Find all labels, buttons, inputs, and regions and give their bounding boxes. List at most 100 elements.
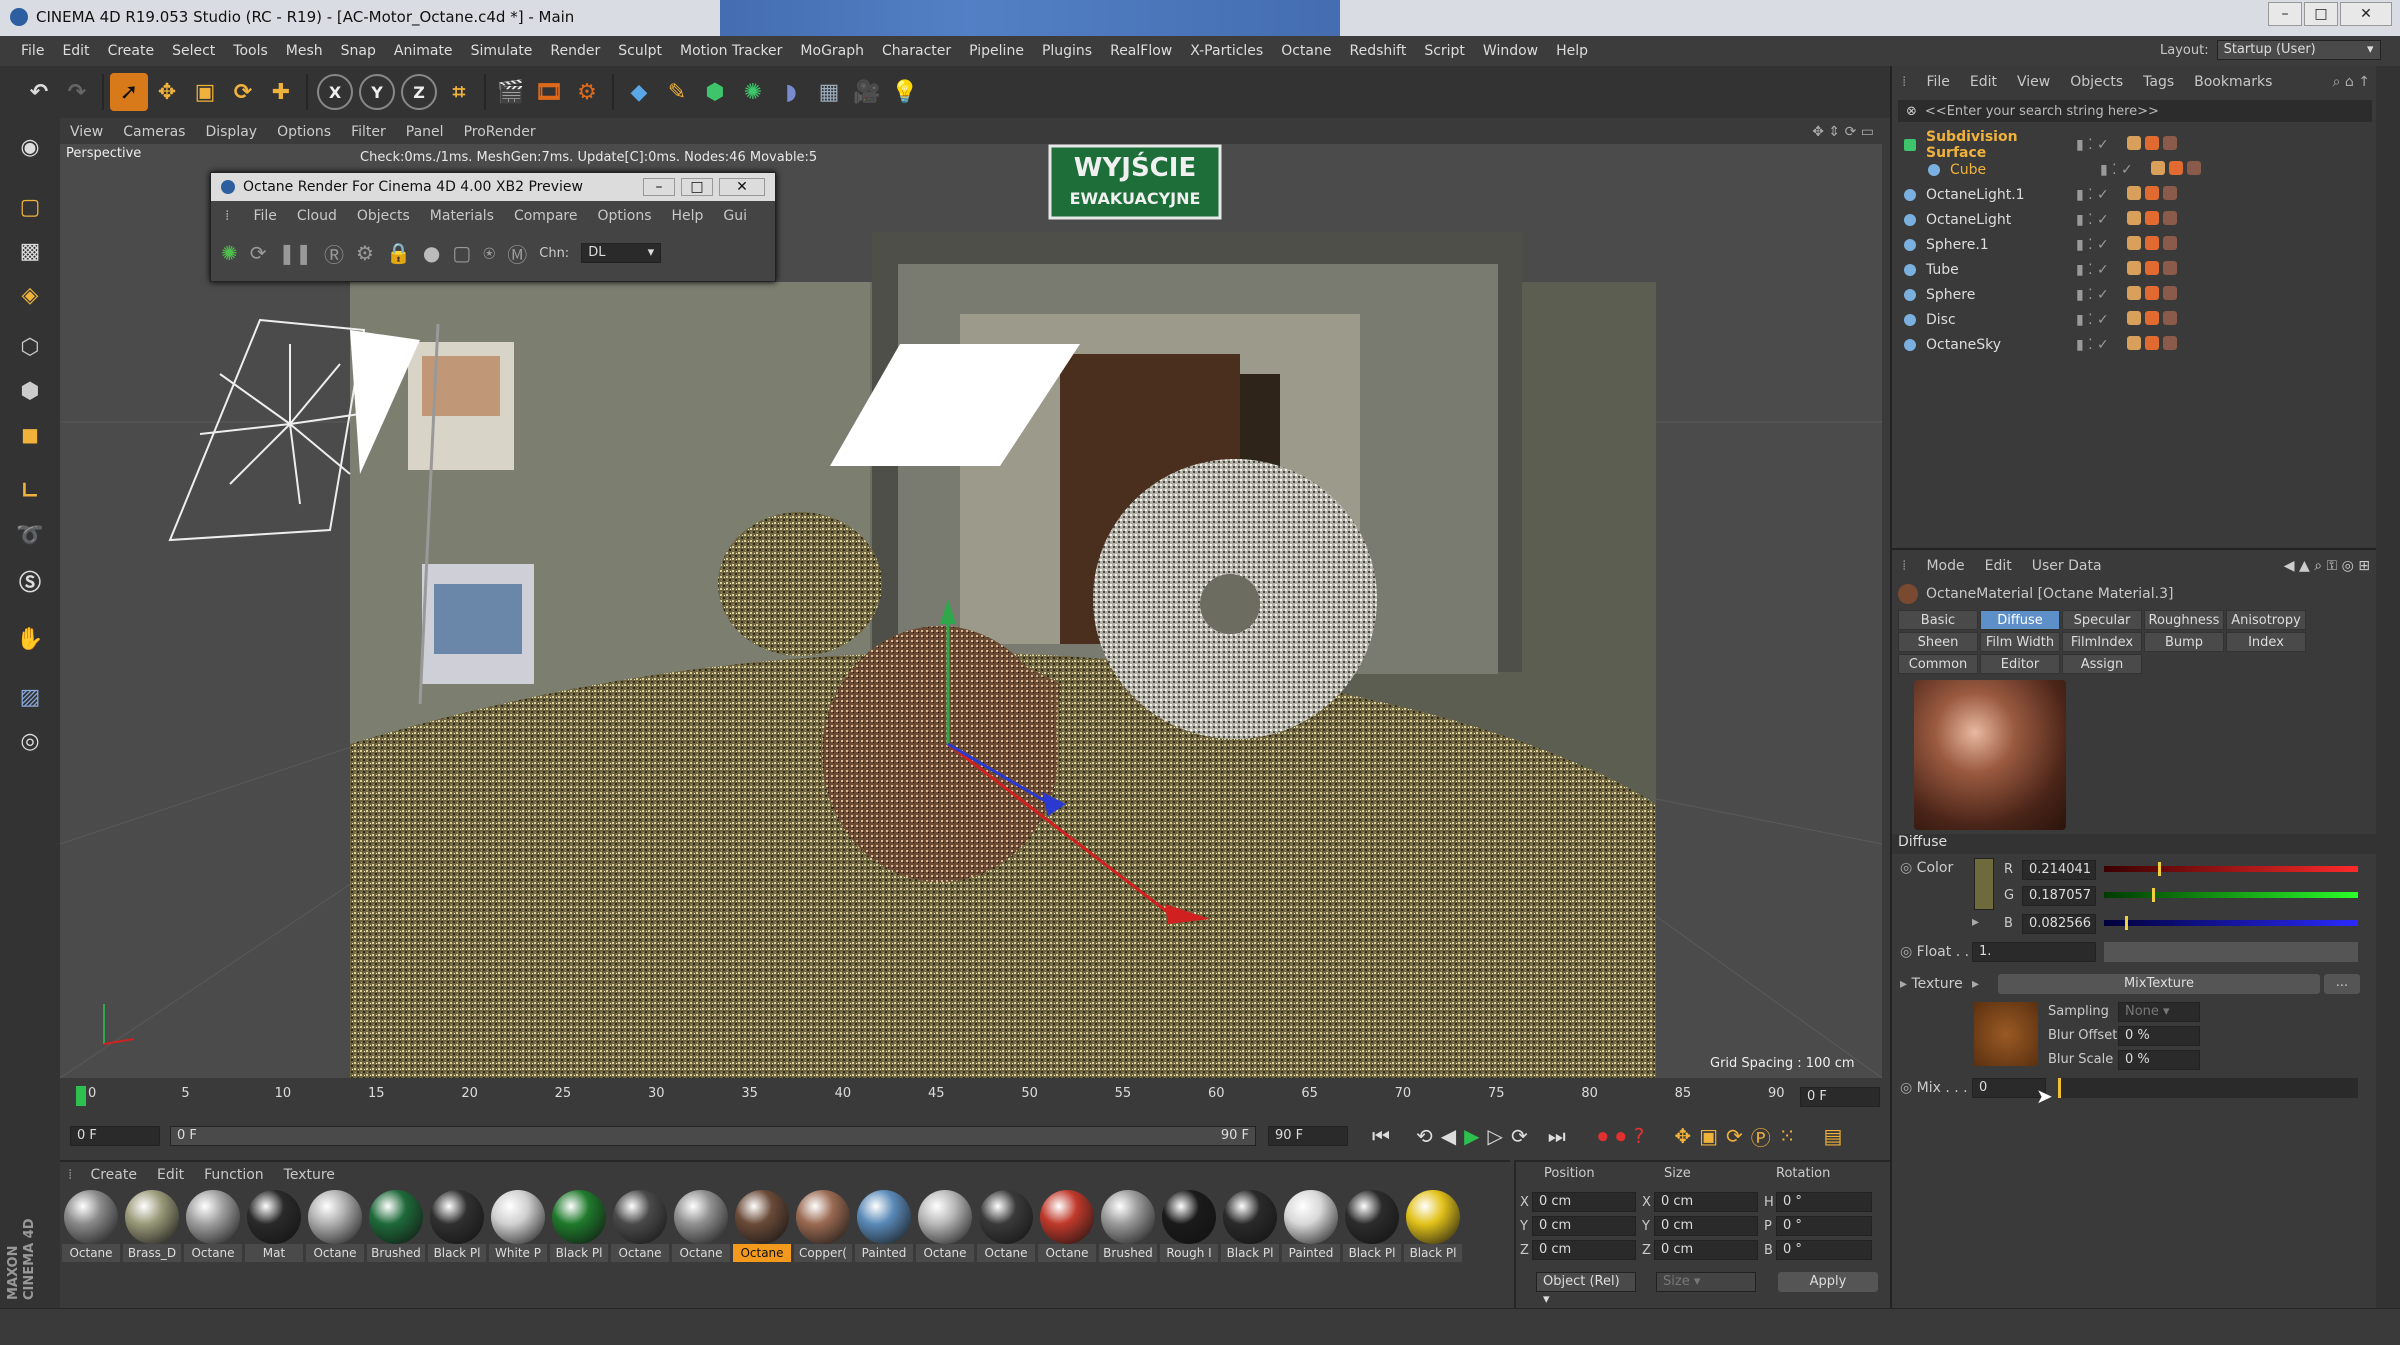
material-swatch[interactable]: Painted: [855, 1190, 913, 1262]
undo-icon[interactable]: ↶: [20, 73, 58, 111]
maximize-button[interactable]: □: [2304, 2, 2338, 26]
rotate-tool-icon[interactable]: ⟳: [224, 73, 262, 111]
octane-pick-material-icon[interactable]: Ⓜ: [507, 239, 527, 268]
visibility-toggle-icon[interactable]: ▮ ⁚ ✓: [2076, 312, 2109, 328]
om-search-close-icon[interactable]: ⊗: [1898, 104, 1925, 119]
material-label[interactable]: Painted: [1282, 1244, 1340, 1262]
playhead[interactable]: [76, 1086, 86, 1106]
tab-anisotropy[interactable]: Anisotropy: [2226, 610, 2306, 630]
menu-redshift[interactable]: Redshift: [1340, 43, 1415, 59]
material-label[interactable]: Mat: [245, 1244, 303, 1262]
menu-file[interactable]: File: [12, 43, 53, 59]
color-swatch[interactable]: [1974, 858, 1994, 910]
mm-menu-texture[interactable]: Texture: [274, 1167, 345, 1183]
om-menu-objects[interactable]: Objects: [2060, 74, 2133, 90]
color-anim-icon[interactable]: ◎: [1900, 860, 1912, 876]
menu-animate[interactable]: Animate: [385, 43, 462, 59]
material-label[interactable]: Octane: [306, 1244, 364, 1262]
material-swatch[interactable]: Octane: [916, 1190, 974, 1262]
deformer-icon[interactable]: ◗: [772, 73, 810, 111]
tab-index[interactable]: Index: [2226, 632, 2306, 652]
mix-slider[interactable]: [2058, 1078, 2358, 1098]
material-ball[interactable]: [1284, 1190, 1338, 1244]
menu-pipeline[interactable]: Pipeline: [960, 43, 1033, 59]
key-position-icon[interactable]: ✥: [1674, 1124, 1691, 1148]
material-label[interactable]: Octane: [184, 1244, 242, 1262]
material-ball[interactable]: [430, 1190, 484, 1244]
material-ball[interactable]: [796, 1190, 850, 1244]
material-swatch[interactable]: Black Pl: [1404, 1190, 1462, 1262]
object-tags[interactable]: [2125, 310, 2179, 329]
material-label[interactable]: Octane: [611, 1244, 669, 1262]
octane-menu-options[interactable]: Options: [587, 208, 661, 224]
material-label[interactable]: White P: [489, 1244, 547, 1262]
material-ball[interactable]: [613, 1190, 667, 1244]
material-ball[interactable]: [186, 1190, 240, 1244]
visibility-toggle-icon[interactable]: ▮ ⁚ ✓: [2076, 287, 2109, 303]
om-search-icon[interactable]: ⌕ ⌂ ↑: [2333, 74, 2378, 90]
menu-character[interactable]: Character: [873, 43, 960, 59]
octane-lock-icon[interactable]: 🔒: [386, 241, 411, 265]
polygons-mode-icon[interactable]: ◼: [11, 416, 49, 454]
menu-mograph[interactable]: MoGraph: [791, 43, 873, 59]
blur-offset-field[interactable]: 0 %: [2118, 1026, 2200, 1046]
material-ball[interactable]: [247, 1190, 301, 1244]
material-swatch[interactable]: Rough I: [1160, 1190, 1218, 1262]
slider-knob[interactable]: [2158, 862, 2162, 876]
g-slider[interactable]: [2104, 888, 2358, 902]
redo-icon[interactable]: ↷: [58, 73, 96, 111]
camera-icon[interactable]: 🎥: [848, 73, 886, 111]
material-ball[interactable]: [1345, 1190, 1399, 1244]
material-ball[interactable]: [552, 1190, 606, 1244]
object-name[interactable]: OctaneSky: [1926, 337, 2076, 353]
material-ball[interactable]: [735, 1190, 789, 1244]
material-swatch[interactable]: Octane: [672, 1190, 730, 1262]
material-swatch[interactable]: Octane: [62, 1190, 120, 1262]
viewport-menu-options[interactable]: Options: [267, 124, 341, 140]
tab-common[interactable]: Common: [1898, 654, 1978, 674]
key-param-icon[interactable]: Ⓟ: [1751, 1122, 1771, 1151]
object-row[interactable]: OctaneLight ▮ ⁚ ✓: [1892, 207, 2378, 232]
tab-bump[interactable]: Bump: [2144, 632, 2224, 652]
material-swatch[interactable]: Mat: [245, 1190, 303, 1262]
object-name[interactable]: Disc: [1926, 312, 2076, 328]
workplane-grid-icon[interactable]: ▨: [11, 678, 49, 716]
menu-x-particles[interactable]: X-Particles: [1181, 43, 1272, 59]
tab-sheen[interactable]: Sheen: [1898, 632, 1978, 652]
r-slider[interactable]: [2104, 862, 2358, 876]
material-swatch[interactable]: Copper(: [794, 1190, 852, 1262]
menu-motion-tracker[interactable]: Motion Tracker: [671, 43, 791, 59]
material-swatch[interactable]: Octane: [611, 1190, 669, 1262]
minimize-button[interactable]: –: [2268, 2, 2302, 26]
material-label[interactable]: Rough I: [1160, 1244, 1218, 1262]
render-view-icon[interactable]: 🎬: [492, 73, 530, 111]
subdivision-icon[interactable]: ⬢: [696, 73, 734, 111]
object-tags[interactable]: [2125, 335, 2179, 354]
material-swatch[interactable]: Octane: [306, 1190, 364, 1262]
slider-knob[interactable]: [2151, 888, 2155, 902]
material-swatch[interactable]: Octane: [977, 1190, 1035, 1262]
om-menu-edit[interactable]: Edit: [1960, 74, 2007, 90]
octane-send-scene-icon[interactable]: ✺: [221, 241, 238, 265]
viewport-menu-filter[interactable]: Filter: [341, 124, 396, 140]
menu-render[interactable]: Render: [541, 43, 609, 59]
rotation-field[interactable]: 0 °: [1776, 1240, 1872, 1260]
viewport-nav-icons[interactable]: ✥ ⇕ ⟳ ▭: [1802, 124, 1882, 140]
om-menu-bookmarks[interactable]: Bookmarks: [2184, 74, 2282, 90]
object-row[interactable]: Sphere.1 ▮ ⁚ ✓: [1892, 232, 2378, 257]
material-ball[interactable]: [308, 1190, 362, 1244]
om-menu-view[interactable]: View: [2007, 74, 2060, 90]
goto-next-key-icon[interactable]: ⟳: [1511, 1124, 1528, 1148]
object-row[interactable]: Disc ▮ ⁚ ✓: [1892, 307, 2378, 332]
octane-pause-icon[interactable]: ❚❚: [279, 241, 313, 265]
model-mode-icon[interactable]: ▢: [11, 188, 49, 226]
visibility-toggle-icon[interactable]: ▮ ⁚ ✓: [2076, 337, 2109, 353]
viewport-menu-panel[interactable]: Panel: [396, 124, 454, 140]
object-name[interactable]: Tube: [1926, 262, 2076, 278]
am-menu-userdata[interactable]: User Data: [2022, 558, 2112, 574]
om-menu-tags[interactable]: Tags: [2133, 74, 2184, 90]
render-picture-viewer-icon[interactable]: 🎞: [530, 73, 568, 111]
octane-maximize-button[interactable]: □: [681, 178, 713, 196]
material-label[interactable]: Painted: [855, 1244, 913, 1262]
texture-anim-icon[interactable]: ▸: [1972, 976, 1979, 992]
